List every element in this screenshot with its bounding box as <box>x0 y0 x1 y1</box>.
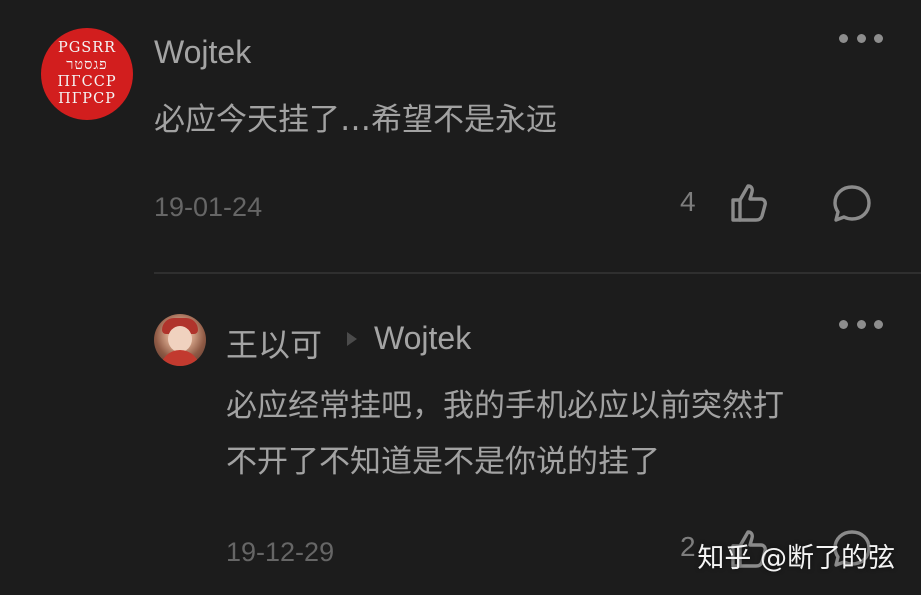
more-icon[interactable] <box>839 31 883 45</box>
avatar-text-line-2: פגסטר <box>66 57 108 73</box>
reply-username[interactable]: 王以可 <box>226 320 322 366</box>
comment-text: 必应今天挂了…希望不是永远 <box>154 102 557 138</box>
reply-arrow-icon <box>347 332 357 346</box>
reply-more-icon[interactable] <box>839 317 883 331</box>
reply-text-line-1: 必应经常挂吧，我的手机必应以前突然打 <box>226 388 784 424</box>
comment-bubble-icon[interactable] <box>829 181 875 227</box>
divider <box>154 272 921 274</box>
comment-like-count: 4 <box>680 186 696 217</box>
comment-username[interactable]: Wojtek <box>154 34 251 71</box>
avatar-text-line-3: ПГССР <box>57 74 117 90</box>
watermark: 知乎 @断了的弦 <box>697 543 895 574</box>
thumbs-up-icon[interactable] <box>726 180 772 226</box>
reply-text-line-2: 不开了不知道是不是你说的挂了 <box>226 444 660 480</box>
comment-date: 19-01-24 <box>154 192 263 222</box>
avatar-text-line-1: PGSRR <box>57 40 117 56</box>
avatar[interactable]: PGSRR פגסטר ПГССР ПГРСР <box>41 28 133 120</box>
reply-avatar[interactable] <box>154 314 206 366</box>
reply-to-username[interactable]: Wojtek <box>374 320 471 357</box>
reply-date: 19-12-29 <box>226 537 335 567</box>
reply-like-count: 2 <box>680 531 696 562</box>
comment-thread: PGSRR פגסטר ПГССР ПГРСР Wojtek 必应今天挂了…希望… <box>0 0 921 595</box>
avatar-text-line-4: ПГРСР <box>58 91 116 107</box>
